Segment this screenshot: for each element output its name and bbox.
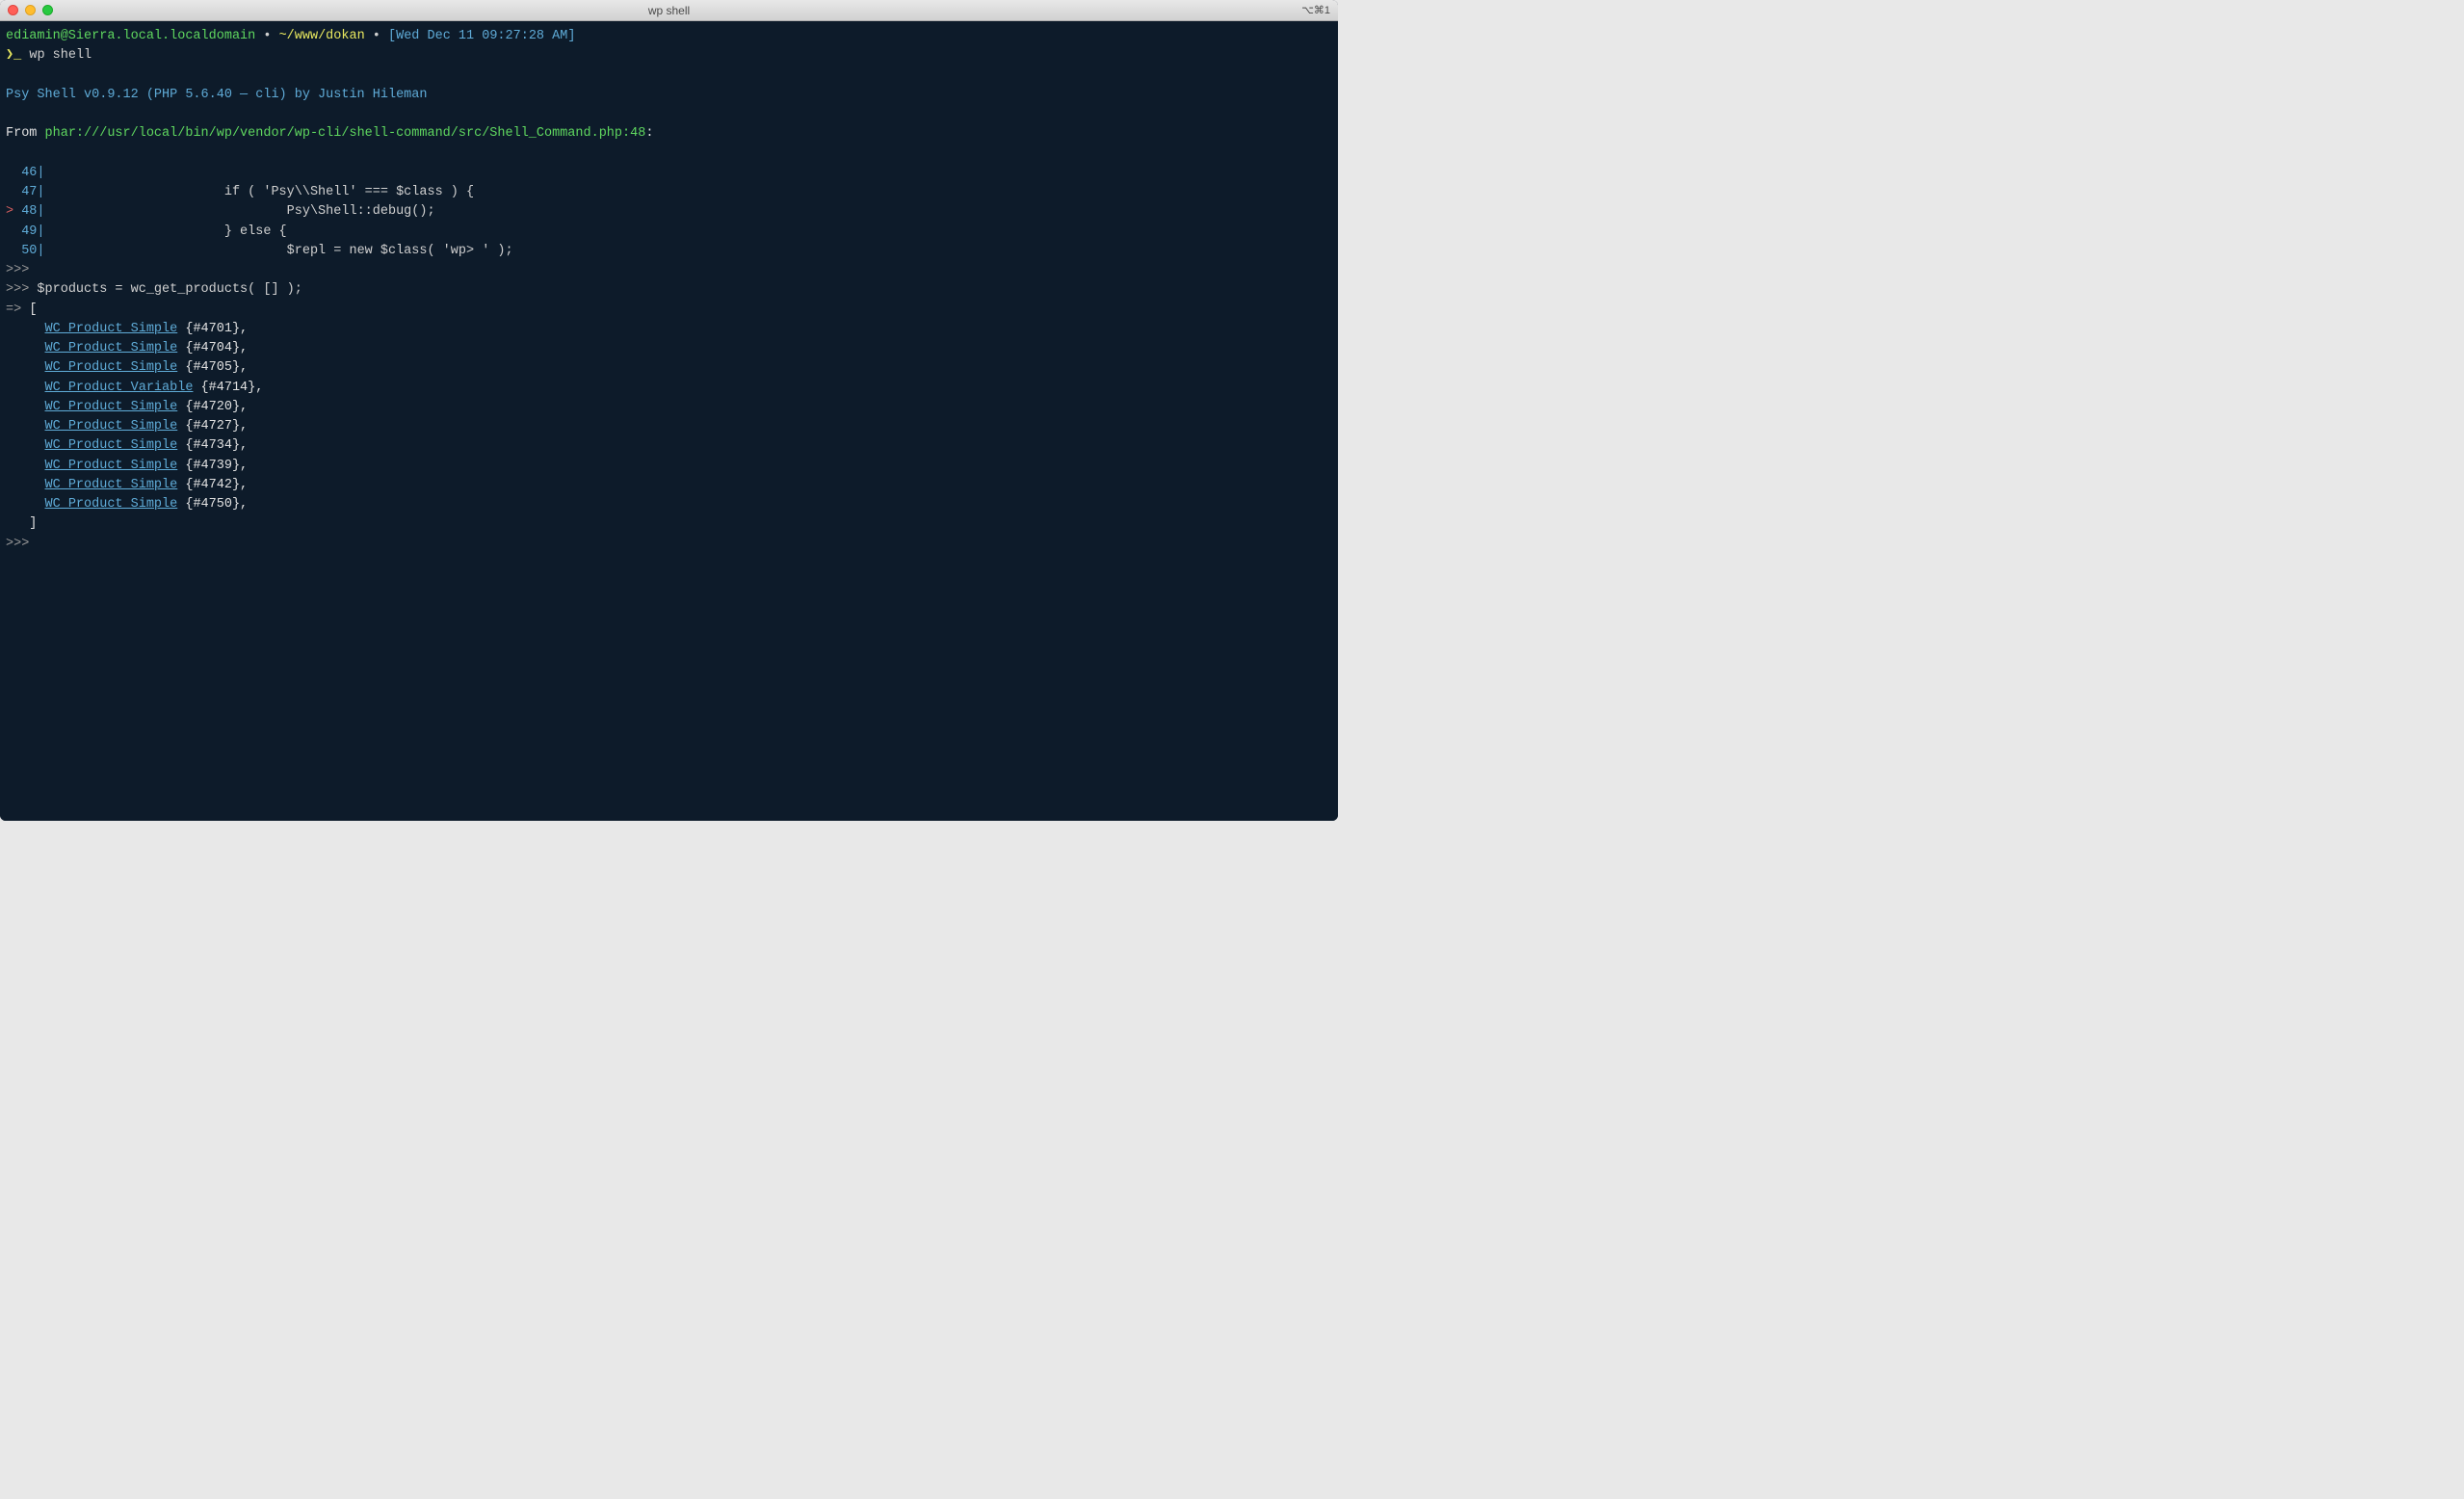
entered-command: wp shell — [21, 48, 92, 63]
product-class: WC_Product_Simple — [45, 341, 178, 355]
maximize-button[interactable] — [42, 5, 53, 15]
product-id: {#4739}, — [177, 459, 248, 473]
source-code: } else { — [45, 224, 287, 239]
product-class: WC_Product_Simple — [45, 478, 178, 492]
line-marker — [6, 166, 21, 180]
from-line: From phar:///usr/local/bin/wp/vendor/wp-… — [6, 124, 1332, 144]
product-id: {#4714}, — [193, 381, 263, 395]
prompt-line: ediamin@Sierra.local.localdomain • ~/www… — [6, 27, 1332, 46]
source-line: 47| if ( 'Psy\\Shell' === $class ) { — [6, 183, 1332, 202]
line-pipe: | — [37, 185, 44, 199]
product-class: WC_Product_Simple — [45, 459, 178, 473]
product-class: WC_Product_Simple — [45, 322, 178, 336]
product-entry: WC_Product_Simple {#4720}, — [6, 398, 1332, 417]
source-line: 46| — [6, 164, 1332, 183]
repl-prompt: >>> — [6, 261, 1332, 280]
line-number: 48 — [21, 204, 37, 219]
blank-line — [6, 105, 1332, 124]
product-id: {#4701}, — [177, 322, 248, 336]
product-id: {#4734}, — [177, 438, 248, 453]
product-entry: WC_Product_Simple {#4734}, — [6, 436, 1332, 456]
close-button[interactable] — [8, 5, 18, 15]
product-class: WC_Product_Simple — [45, 438, 178, 453]
blank-line — [6, 66, 1332, 86]
line-pipe: | — [37, 224, 44, 239]
line-pipe: | — [37, 244, 44, 258]
line-pipe: | — [37, 204, 44, 219]
line-marker — [6, 185, 21, 199]
product-class: WC_Product_Simple — [45, 419, 178, 434]
product-class: WC_Product_Variable — [45, 381, 194, 395]
hotkey-indicator: ⌥⌘1 — [1301, 4, 1330, 16]
repl-command: $products = wc_get_products( [] ); — [29, 282, 302, 297]
line-number: 50 — [21, 244, 37, 258]
blank-line — [6, 145, 1332, 164]
line-marker: > — [6, 204, 21, 219]
repl-prompt: >>> — [6, 535, 1332, 554]
line-marker — [6, 224, 21, 239]
psy-shell-banner: Psy Shell v0.9.12 (PHP 5.6.40 — cli) by … — [6, 86, 1332, 105]
product-entry: WC_Product_Simple {#4739}, — [6, 457, 1332, 476]
terminal-window: wp shell ⌥⌘1 ediamin@Sierra.local.locald… — [0, 0, 1338, 821]
line-pipe: | — [37, 166, 44, 180]
repl-command-line: >>> $products = wc_get_products( [] ); — [6, 280, 1332, 300]
source-code: $repl = new $class( 'wp> ' ); — [45, 244, 513, 258]
source-code: if ( 'Psy\\Shell' === $class ) { — [45, 185, 475, 199]
line-number: 49 — [21, 224, 37, 239]
product-id: {#4720}, — [177, 400, 248, 414]
window-title: wp shell — [648, 4, 690, 17]
product-id: {#4705}, — [177, 360, 248, 375]
product-id: {#4727}, — [177, 419, 248, 434]
phar-path: phar:///usr/local/bin/wp/vendor/wp-cli/s… — [45, 126, 646, 141]
source-line: > 48| Psy\Shell::debug(); — [6, 202, 1332, 222]
from-label: From — [6, 126, 45, 141]
product-id: {#4742}, — [177, 478, 248, 492]
product-id: {#4750}, — [177, 497, 248, 512]
product-entry: WC_Product_Simple {#4727}, — [6, 417, 1332, 436]
timestamp: [Wed Dec 11 09:27:28 AM] — [388, 29, 575, 43]
line-marker — [6, 244, 21, 258]
line-number: 47 — [21, 185, 37, 199]
result-close: ] — [6, 514, 1332, 534]
line-number: 46 — [21, 166, 37, 180]
source-code: Psy\Shell::debug(); — [45, 204, 435, 219]
result-open: => [ — [6, 301, 1332, 320]
product-class: WC_Product_Simple — [45, 400, 178, 414]
source-code — [45, 166, 53, 180]
minimize-button[interactable] — [25, 5, 36, 15]
source-line: 49| } else { — [6, 223, 1332, 242]
product-entry: WC_Product_Simple {#4750}, — [6, 495, 1332, 514]
source-line: 50| $repl = new $class( 'wp> ' ); — [6, 242, 1332, 261]
product-class: WC_Product_Simple — [45, 360, 178, 375]
prompt-arrow-icon: ❯ — [6, 48, 13, 63]
product-entry: WC_Product_Simple {#4701}, — [6, 320, 1332, 339]
products-list: WC_Product_Simple {#4701}, WC_Product_Si… — [6, 320, 1332, 515]
product-class: WC_Product_Simple — [45, 497, 178, 512]
window-titlebar[interactable]: wp shell ⌥⌘1 — [0, 0, 1338, 21]
traffic-lights — [8, 5, 53, 15]
product-entry: WC_Product_Simple {#4742}, — [6, 476, 1332, 495]
cwd-path: ~/www/dokan — [279, 29, 365, 43]
source-code-block: 46| 47| if ( 'Psy\\Shell' === $class ) {… — [6, 164, 1332, 261]
product-entry: WC_Product_Simple {#4704}, — [6, 339, 1332, 358]
terminal-content[interactable]: ediamin@Sierra.local.localdomain • ~/www… — [0, 21, 1338, 821]
product-entry: WC_Product_Simple {#4705}, — [6, 358, 1332, 378]
user-host: ediamin@Sierra.local.localdomain — [6, 29, 255, 43]
product-id: {#4704}, — [177, 341, 248, 355]
product-entry: WC_Product_Variable {#4714}, — [6, 379, 1332, 398]
command-line: ❯_ wp shell — [6, 46, 1332, 66]
